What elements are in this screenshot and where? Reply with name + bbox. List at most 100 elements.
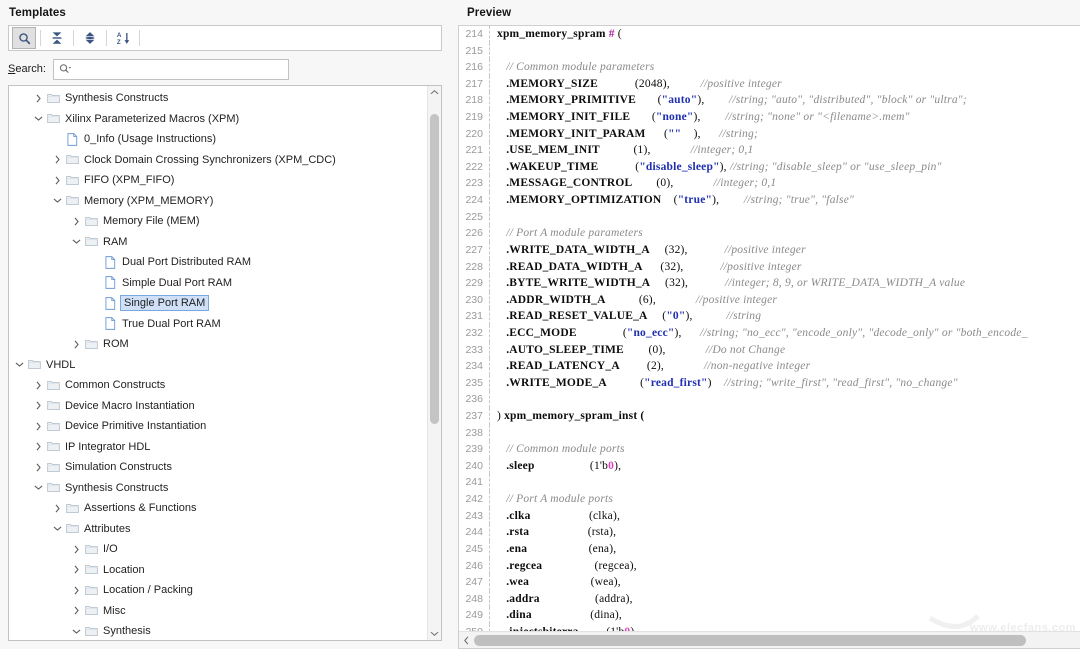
chevron-right-icon[interactable] xyxy=(70,217,83,226)
tree-item[interactable]: FIFO (XPM_FIFO) xyxy=(9,170,427,191)
tree-item[interactable]: Device Primitive Instantiation xyxy=(9,416,427,437)
tree-item[interactable]: Device Macro Instantiation xyxy=(9,396,427,417)
code-line[interactable]: 247 .wea (wea), xyxy=(459,574,1080,591)
tree-item[interactable]: ROM xyxy=(9,334,427,355)
code-line[interactable]: 216 // Common module parameters xyxy=(459,59,1080,76)
code-line[interactable]: 219 .MEMORY_INIT_FILE ("none"), //string… xyxy=(459,109,1080,126)
tree-item[interactable]: True Dual Port RAM xyxy=(9,314,427,335)
tree-item[interactable]: Location / Packing xyxy=(9,580,427,601)
chevron-right-icon[interactable] xyxy=(51,155,64,164)
code-line[interactable]: 217 .MEMORY_SIZE (2048), //positive inte… xyxy=(459,75,1080,93)
code-line[interactable]: 238 xyxy=(459,424,1080,442)
tree-item[interactable]: Synthesis Constructs xyxy=(9,478,427,499)
scroll-up-arrow[interactable] xyxy=(428,86,441,99)
panel-divider[interactable] xyxy=(450,0,458,649)
sort-alphabetical-button[interactable]: A Z xyxy=(111,27,135,49)
chevron-right-icon[interactable] xyxy=(32,401,45,410)
code-horizontal-scrollbar[interactable] xyxy=(459,631,1080,648)
search-box[interactable] xyxy=(52,58,289,80)
chevron-down-icon[interactable] xyxy=(70,628,83,635)
tree-vertical-scrollbar[interactable] xyxy=(427,86,441,640)
code-line[interactable]: 235 .WRITE_MODE_A ("read_first") //strin… xyxy=(459,374,1080,392)
tree-item[interactable]: Attributes xyxy=(9,519,427,540)
chevron-right-icon[interactable] xyxy=(70,586,83,595)
code-line[interactable]: 229 .BYTE_WRITE_WIDTH_A (32), //integer;… xyxy=(459,275,1080,292)
tree-item[interactable]: Synthesis xyxy=(9,621,427,640)
code-line[interactable]: 236 xyxy=(459,391,1080,409)
code-line[interactable]: 239 // Common module ports xyxy=(459,441,1080,458)
code-line[interactable]: 242 // Port A module ports xyxy=(459,491,1080,508)
tree-item[interactable]: IP Integrator HDL xyxy=(9,437,427,458)
tree-item[interactable]: Misc xyxy=(9,601,427,622)
code-line[interactable]: 241 xyxy=(459,474,1080,492)
hscroll-left-arrow[interactable] xyxy=(459,636,473,645)
chevron-right-icon[interactable] xyxy=(51,176,64,185)
tree-item[interactable]: Xilinx Parameterized Macros (XPM) xyxy=(9,109,427,130)
code-line[interactable]: 234 .READ_LATENCY_A (2), //non-negative … xyxy=(459,358,1080,375)
chevron-right-icon[interactable] xyxy=(70,340,83,349)
chevron-right-icon[interactable] xyxy=(32,381,45,390)
code-line[interactable]: 230 .ADDR_WIDTH_A (6), //positive intege… xyxy=(459,291,1080,309)
chevron-down-icon[interactable] xyxy=(70,238,83,245)
code-line[interactable]: 228 .READ_DATA_WIDTH_A (32), //positive … xyxy=(459,258,1080,276)
tree-item[interactable]: Clock Domain Crossing Synchronizers (XPM… xyxy=(9,150,427,171)
code-line[interactable]: 225 xyxy=(459,208,1080,226)
tree-item[interactable]: I/O xyxy=(9,539,427,560)
chevron-down-icon[interactable] xyxy=(51,197,64,204)
chevron-right-icon[interactable] xyxy=(32,442,45,451)
tree-item[interactable]: Memory (XPM_MEMORY) xyxy=(9,191,427,212)
chevron-right-icon[interactable] xyxy=(70,565,83,574)
chevron-right-icon[interactable] xyxy=(32,463,45,472)
chevron-right-icon[interactable] xyxy=(32,94,45,103)
tree-item[interactable]: RAM xyxy=(9,232,427,253)
code-line[interactable]: 221 .USE_MEM_INIT (1), //integer; 0,1 xyxy=(459,142,1080,159)
code-line[interactable]: 243 .clka (clka), xyxy=(459,507,1080,525)
tree-item[interactable]: Single Port RAM xyxy=(9,293,427,314)
chevron-right-icon[interactable] xyxy=(51,504,64,513)
chevron-right-icon[interactable] xyxy=(32,422,45,431)
code-line[interactable]: 227 .WRITE_DATA_WIDTH_A (32), //positive… xyxy=(459,241,1080,259)
tree-item[interactable]: Simulation Constructs xyxy=(9,457,427,478)
expand-all-button[interactable] xyxy=(78,27,102,49)
code-line[interactable]: 240 .sleep (1'b0), xyxy=(459,457,1080,475)
tree-item[interactable]: VHDL xyxy=(9,355,427,376)
code-line[interactable]: 215 xyxy=(459,42,1080,60)
chevron-right-icon[interactable] xyxy=(70,606,83,615)
tree-item[interactable]: Simple Dual Port RAM xyxy=(9,273,427,294)
code-line[interactable]: 223 .MESSAGE_CONTROL (0), //integer; 0,1 xyxy=(459,175,1080,193)
code-line[interactable]: 220 .MEMORY_INIT_PARAM ("" ), //string; xyxy=(459,125,1080,143)
collapse-all-button[interactable] xyxy=(45,27,69,49)
chevron-down-icon[interactable] xyxy=(32,115,45,122)
hscroll-thumb[interactable] xyxy=(474,634,1026,646)
code-line[interactable]: 231 .READ_RESET_VALUE_A ("0"), //string xyxy=(459,308,1080,325)
chevron-down-icon[interactable] xyxy=(13,361,26,368)
code-line[interactable]: 224 .MEMORY_OPTIMIZATION ("true"), //str… xyxy=(459,192,1080,209)
code-line[interactable]: 248 .addra (addra), xyxy=(459,590,1080,608)
code-line[interactable]: 222 .WAKEUP_TIME ("disable_sleep"), //st… xyxy=(459,158,1080,176)
scroll-down-arrow[interactable] xyxy=(428,627,441,640)
tree-item[interactable]: Common Constructs xyxy=(9,375,427,396)
tree-item[interactable]: Synthesis Constructs xyxy=(9,88,427,109)
tree-item[interactable]: 0_Info (Usage Instructions) xyxy=(9,129,427,150)
code-line[interactable]: 232 .ECC_MODE ("no_ecc"), //string; "no_… xyxy=(459,324,1080,342)
code-line[interactable]: 244 .rsta (rsta), xyxy=(459,524,1080,541)
code-line[interactable]: 237) xpm_memory_spram_inst ( xyxy=(459,408,1080,425)
chevron-right-icon[interactable] xyxy=(70,545,83,554)
tree-scrollbar-thumb[interactable] xyxy=(430,114,439,424)
tree-item[interactable]: Location xyxy=(9,560,427,581)
chevron-down-icon[interactable] xyxy=(51,525,64,532)
code-line[interactable]: 233 .AUTO_SLEEP_TIME (0), //Do not Chang… xyxy=(459,341,1080,359)
tree-item[interactable]: Assertions & Functions xyxy=(9,498,427,519)
code-line[interactable]: 218 .MEMORY_PRIMITIVE ("auto"), //string… xyxy=(459,92,1080,110)
code-line[interactable]: 249 .dina (dina), xyxy=(459,607,1080,624)
tree-item[interactable]: Memory File (MEM) xyxy=(9,211,427,232)
code-line[interactable]: 246 .regcea (regcea), xyxy=(459,557,1080,575)
search-input[interactable] xyxy=(74,62,283,76)
chevron-down-icon[interactable] xyxy=(32,484,45,491)
search-dropdown-icon[interactable] xyxy=(59,63,72,75)
templates-tree[interactable]: Synthesis Constructs Xilinx Parameterized… xyxy=(9,86,427,640)
code-line[interactable]: 214 xpm_memory_spram # ( xyxy=(459,26,1080,43)
tree-item[interactable]: Dual Port Distributed RAM xyxy=(9,252,427,273)
search-toggle-button[interactable] xyxy=(12,27,36,49)
code-line[interactable]: 245 .ena (ena), xyxy=(459,540,1080,558)
